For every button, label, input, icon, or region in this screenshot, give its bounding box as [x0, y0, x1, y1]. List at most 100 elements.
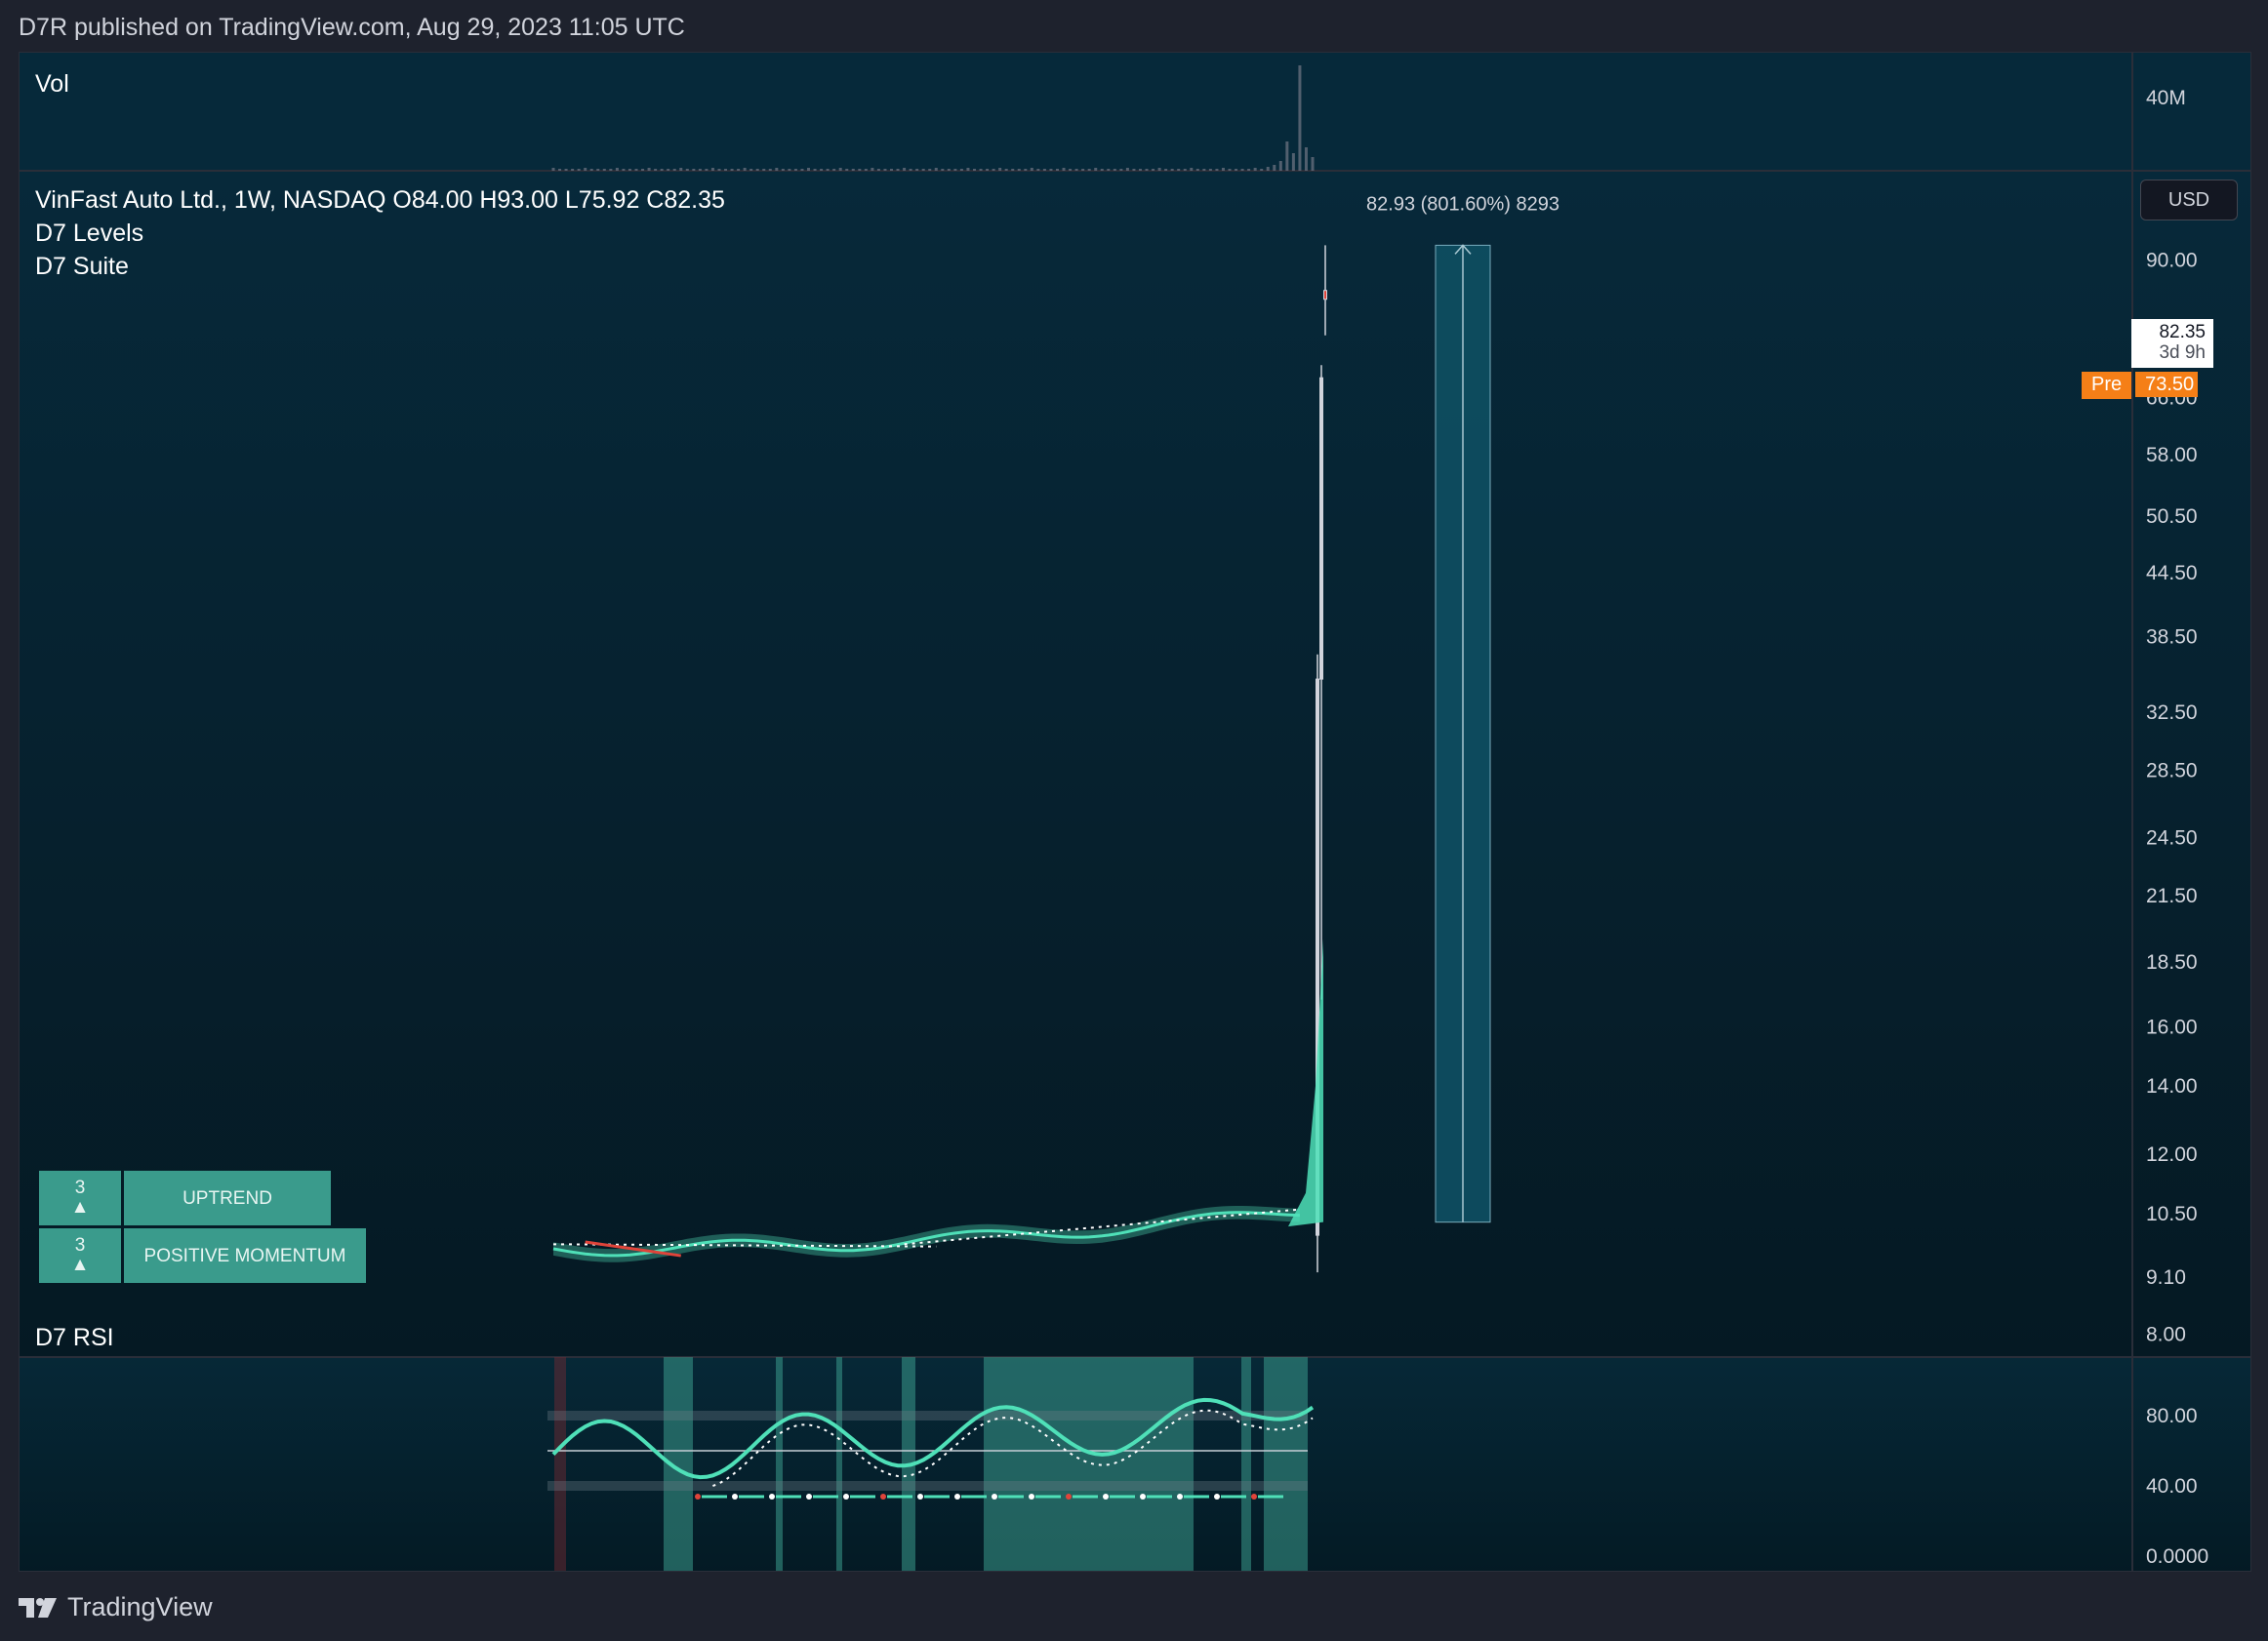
price-axis-label: 9.10 — [2146, 1266, 2186, 1289]
symbol-legend[interactable]: VinFast Auto Ltd., 1W, NASDAQ O84.00 H93… — [35, 186, 725, 215]
indicator-d7-levels[interactable]: D7 Levels — [35, 220, 143, 248]
volume-bar — [934, 168, 938, 171]
candle-body — [1323, 290, 1327, 300]
status-table: 3 ▲ UPTREND 3 ▲ POSITIVE MOMENTUM — [39, 1171, 366, 1286]
premarket-label: Pre — [2082, 372, 2132, 399]
volume-bar — [634, 169, 638, 171]
volume-bar — [1152, 169, 1155, 171]
volume-bar — [1240, 169, 1244, 171]
volume-bar — [641, 169, 645, 171]
measure-label: 82.93 (801.60%) 8293 — [1366, 193, 1559, 215]
volume-pane-label: Vol — [35, 70, 69, 98]
chart-canvas[interactable]: 82.93 (801.60%) 8293 105.0090.0066.0058.… — [20, 53, 2251, 1572]
rsi-signal-column — [1145, 1357, 1194, 1571]
volume-pane-bg — [20, 53, 2250, 171]
volume-bar — [628, 169, 631, 171]
volume-bar — [622, 169, 626, 171]
price-axis-label: 10.50 — [2146, 1203, 2198, 1225]
price-axis-label: 24.50 — [2146, 826, 2198, 849]
bar-countdown: 3d 9h — [2159, 342, 2206, 363]
volume-bar — [1278, 161, 1282, 171]
volume-bar — [737, 169, 741, 171]
volume-bar — [698, 169, 702, 171]
volume-bar — [1004, 169, 1008, 171]
price-axis-label: 50.50 — [2146, 505, 2198, 528]
volume-bar — [1247, 169, 1251, 171]
volume-bar — [1183, 169, 1187, 171]
volume-bar — [1069, 169, 1073, 171]
status-count: 3 — [74, 1178, 86, 1198]
volume-bar — [992, 169, 995, 171]
volume-bar — [1030, 168, 1033, 171]
volume-bar — [845, 169, 849, 171]
volume-bar — [1100, 169, 1104, 171]
volume-bar — [838, 168, 842, 171]
rsi-pane-label: D7 RSI — [35, 1324, 114, 1351]
volume-bar — [1266, 167, 1270, 171]
rsi-signal-dot — [843, 1494, 849, 1500]
volume-bar — [762, 169, 766, 171]
rsi-signal-dot — [732, 1494, 738, 1500]
indicator-d7-suite[interactable]: D7 Suite — [35, 253, 129, 281]
volume-bar — [896, 169, 900, 171]
volume-bar — [551, 168, 555, 171]
rsi-signal-column — [1264, 1357, 1278, 1571]
volume-bar — [1017, 169, 1021, 171]
rsi-signal-dot — [1029, 1494, 1034, 1500]
rsi-signal-dot — [1103, 1494, 1109, 1500]
volume-bar — [589, 169, 593, 171]
status-text: UPTREND — [124, 1171, 331, 1225]
volume-bar — [602, 169, 606, 171]
price-axis-label: 16.00 — [2146, 1016, 2198, 1038]
price-axis-label: 12.00 — [2146, 1143, 2198, 1166]
currency-button[interactable]: USD — [2140, 180, 2238, 220]
volume-bar — [1260, 169, 1264, 171]
volume-bar — [972, 169, 976, 171]
volume-bar — [1177, 169, 1181, 171]
volume-bar — [1157, 168, 1161, 171]
chart-frame[interactable]: 82.93 (801.60%) 8293 105.0090.0066.0058.… — [19, 52, 2251, 1572]
publish-header: D7R published on TradingView.com, Aug 29… — [19, 14, 685, 41]
rsi-signal-dot — [954, 1494, 960, 1500]
footer-brand[interactable]: TradingView — [19, 1592, 213, 1622]
volume-bar — [667, 169, 670, 171]
volume-bar — [876, 169, 880, 171]
volume-bar — [1113, 169, 1116, 171]
volume-bar — [858, 169, 862, 171]
volume-bar — [571, 169, 575, 171]
volume-bar — [864, 169, 868, 171]
volume-bar — [986, 169, 990, 171]
price-axis-label: 21.50 — [2146, 885, 2198, 907]
rsi-signal-column — [776, 1357, 783, 1571]
volume-bar — [1094, 168, 1098, 171]
volume-bar — [564, 169, 568, 171]
volume-bar — [832, 169, 836, 171]
volume-bar — [749, 169, 753, 171]
volume-bar — [1145, 169, 1149, 171]
volume-bar — [1036, 169, 1040, 171]
status-text: POSITIVE MOMENTUM — [124, 1228, 366, 1283]
volume-bar — [1228, 169, 1232, 171]
volume-bar — [1202, 169, 1206, 171]
volume-bar — [1062, 168, 1066, 171]
rsi-axis-label: 40.00 — [2146, 1475, 2198, 1498]
price-axis-label: 18.50 — [2146, 951, 2198, 974]
up-arrow-icon: ▲ — [70, 1255, 90, 1275]
volume-bar — [1221, 168, 1225, 171]
footer-brand-text: TradingView — [67, 1592, 213, 1621]
volume-bar — [654, 169, 658, 171]
volume-bar — [660, 169, 664, 171]
volume-bar — [1074, 169, 1078, 171]
volume-bar — [1273, 165, 1276, 171]
status-count: 3 — [74, 1235, 86, 1256]
rsi-signal-column — [836, 1357, 842, 1571]
volume-bar — [1170, 169, 1174, 171]
volume-bar — [820, 169, 824, 171]
volume-bar — [1042, 169, 1046, 171]
volume-bar — [1298, 65, 1302, 171]
status-count-cell: 3 ▲ — [39, 1228, 121, 1283]
volume-bar — [800, 169, 804, 171]
rsi-signal-column — [984, 1357, 1034, 1571]
volume-bar — [1125, 168, 1129, 171]
rsi-signal-dot — [1251, 1494, 1257, 1500]
